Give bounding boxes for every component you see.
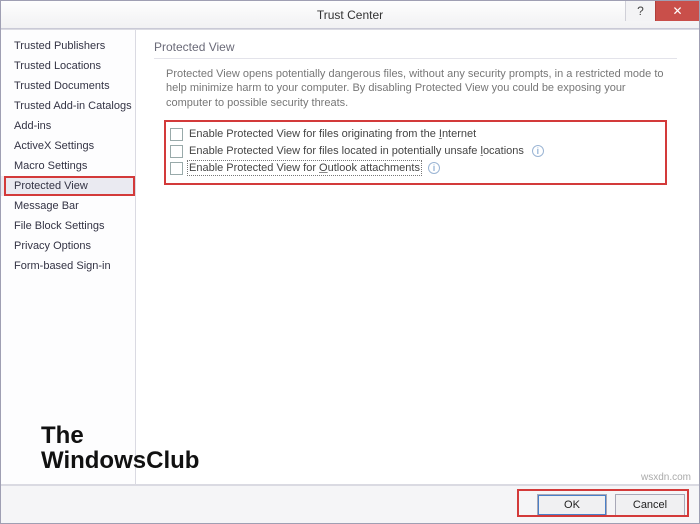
content-pane: Protected View Protected View opens pote…	[136, 30, 699, 484]
info-icon[interactable]: i	[532, 145, 544, 157]
dialog-body: Trusted Publishers Trusted Locations Tru…	[1, 29, 699, 485]
checkbox-group: Enable Protected View for files originat…	[164, 120, 667, 185]
window-buttons: ? ✕	[625, 1, 699, 28]
sidebar-item-trusted-locations[interactable]: Trusted Locations	[1, 56, 135, 76]
checkbox-row-outlook-attachments[interactable]: Enable Protected View for Outlook attach…	[170, 160, 661, 177]
sidebar-item-message-bar[interactable]: Message Bar	[1, 196, 135, 216]
titlebar: Trust Center ? ✕	[1, 1, 699, 29]
sidebar-item-addins[interactable]: Add-ins	[1, 116, 135, 136]
checkbox-label: Enable Protected View for files located …	[189, 145, 524, 157]
sidebar-item-file-block-settings[interactable]: File Block Settings	[1, 216, 135, 236]
checkbox-row-internet[interactable]: Enable Protected View for files originat…	[170, 126, 661, 143]
sidebar-item-macro-settings[interactable]: Macro Settings	[1, 156, 135, 176]
sidebar-item-privacy-options[interactable]: Privacy Options	[1, 236, 135, 256]
ok-button[interactable]: OK	[537, 494, 607, 516]
cancel-button[interactable]: Cancel	[615, 494, 685, 516]
section-description: Protected View opens potentially dangero…	[166, 67, 665, 110]
sidebar-item-activex-settings[interactable]: ActiveX Settings	[1, 136, 135, 156]
close-icon: ✕	[672, 4, 682, 18]
checkbox-unsafe-locations[interactable]	[170, 145, 183, 158]
sidebar-item-form-based-signin[interactable]: Form-based Sign-in	[1, 256, 135, 276]
section-title: Protected View	[154, 40, 677, 59]
trust-center-window: Trust Center ? ✕ Trusted Publishers Trus…	[0, 0, 700, 524]
close-button[interactable]: ✕	[655, 1, 699, 21]
help-icon: ?	[637, 4, 644, 18]
checkbox-internet[interactable]	[170, 128, 183, 141]
sidebar-item-trusted-documents[interactable]: Trusted Documents	[1, 76, 135, 96]
sidebar-item-protected-view[interactable]: Protected View	[1, 176, 135, 196]
info-icon[interactable]: i	[428, 162, 440, 174]
help-button[interactable]: ?	[625, 1, 655, 21]
window-title: Trust Center	[1, 8, 699, 22]
watermark-logo: The WindowsClub	[41, 423, 199, 473]
source-watermark: wsxdn.com	[641, 472, 691, 483]
sidebar-item-trusted-publishers[interactable]: Trusted Publishers	[1, 36, 135, 56]
checkbox-row-unsafe-locations[interactable]: Enable Protected View for files located …	[170, 143, 661, 160]
dialog-footer: OK Cancel	[1, 485, 699, 523]
checkbox-label: Enable Protected View for files originat…	[189, 128, 476, 140]
sidebar-item-trusted-addin-catalogs[interactable]: Trusted Add-in Catalogs	[1, 96, 135, 116]
checkbox-outlook-attachments[interactable]	[170, 162, 183, 175]
sidebar: Trusted Publishers Trusted Locations Tru…	[1, 30, 136, 484]
checkbox-label: Enable Protected View for Outlook attach…	[189, 162, 420, 174]
